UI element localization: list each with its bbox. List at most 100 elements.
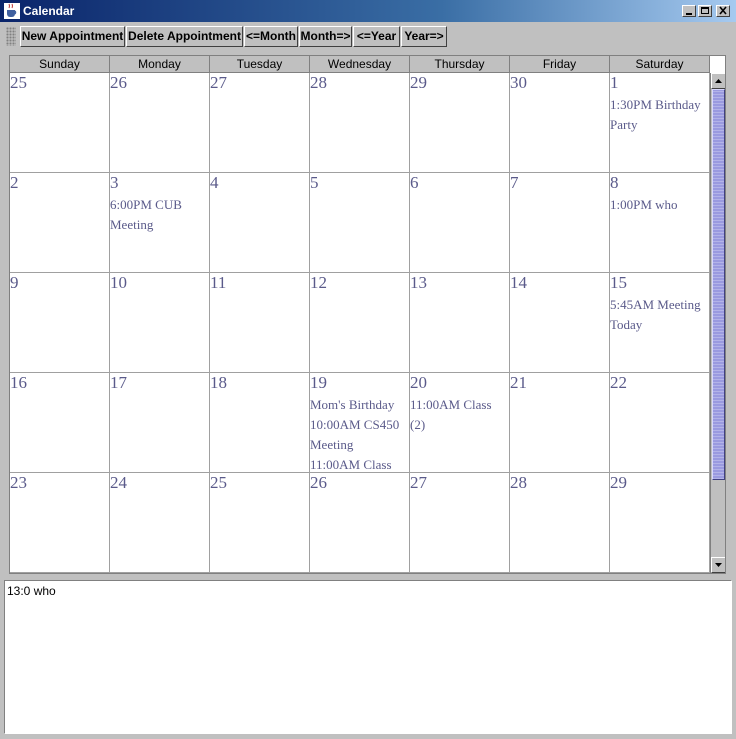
next-year-button[interactable]: Year=> (401, 26, 447, 47)
previous-month-button[interactable]: <=Month (244, 26, 298, 47)
appointment-entry[interactable]: 6:00PM CUB Meeting (110, 195, 209, 235)
next-month-button[interactable]: Month=> (299, 26, 352, 47)
day-number: 4 (210, 173, 219, 192)
day-number: 10 (110, 273, 127, 292)
day-cell[interactable]: 21 (510, 373, 610, 473)
day-cell[interactable]: 2 (10, 173, 110, 273)
day-number: 7 (510, 173, 519, 192)
day-number: 12 (310, 273, 327, 292)
arrow-down-icon (715, 563, 722, 567)
day-number: 28 (510, 473, 527, 492)
day-number: 19 (310, 373, 327, 392)
appointment-entry[interactable]: 11:00AM Class (2) (410, 395, 509, 435)
day-number: 27 (410, 473, 427, 492)
java-coffee-icon (4, 3, 20, 19)
day-cell[interactable]: 7 (510, 173, 610, 273)
day-cell[interactable]: 28 (310, 73, 410, 173)
day-cell[interactable]: 24 (110, 473, 210, 573)
day-number: 25 (10, 73, 27, 92)
day-number: 5 (310, 173, 319, 192)
delete-appointment-button[interactable]: Delete Appointment (126, 26, 243, 47)
close-button[interactable] (716, 5, 730, 17)
day-number: 24 (110, 473, 127, 492)
day-number: 17 (110, 373, 127, 392)
title-bar[interactable]: Calendar (0, 0, 736, 22)
day-number: 3 (110, 173, 119, 192)
day-cell[interactable]: 27 (210, 73, 310, 173)
day-cell[interactable]: 14 (510, 273, 610, 373)
day-cell[interactable]: 9 (10, 273, 110, 373)
day-cell[interactable]: 26 (110, 73, 210, 173)
day-header-monday: Monday (110, 56, 210, 73)
day-cell[interactable]: 17 (110, 373, 210, 473)
day-cell[interactable]: 20 11:00AM Class (2) (410, 373, 510, 473)
day-number: 26 (110, 73, 127, 92)
vertical-scrollbar[interactable] (710, 73, 725, 573)
day-number: 13 (410, 273, 427, 292)
day-header-saturday: Saturday (610, 56, 710, 73)
day-header-tuesday: Tuesday (210, 56, 310, 73)
day-number: 29 (610, 473, 627, 492)
appointment-entry[interactable]: Mom's Birthday (310, 395, 409, 415)
day-cell[interactable]: 5 (310, 173, 410, 273)
day-cell[interactable]: 18 (210, 373, 310, 473)
day-cell[interactable]: 29 (410, 73, 510, 173)
toolbar-grip[interactable] (6, 27, 16, 46)
day-number: 15 (610, 273, 627, 292)
day-header-wednesday: Wednesday (310, 56, 410, 73)
new-appointment-button[interactable]: New Appointment (20, 26, 125, 47)
day-cell[interactable]: 3 6:00PM CUB Meeting (110, 173, 210, 273)
day-number: 6 (410, 173, 419, 192)
day-number: 8 (610, 173, 619, 192)
scroll-thumb[interactable] (712, 89, 725, 480)
day-cell[interactable]: 30 (510, 73, 610, 173)
appointment-details-text: 13:0 who (7, 584, 56, 598)
day-cell[interactable]: 15 5:45AM Meeting Today (610, 273, 710, 373)
scroll-up-button[interactable] (711, 73, 725, 89)
day-cell[interactable]: 12 (310, 273, 410, 373)
day-cell[interactable]: 11 (210, 273, 310, 373)
day-cell[interactable]: 13 (410, 273, 510, 373)
day-cell[interactable]: 28 (510, 473, 610, 573)
day-cell[interactable]: 6 (410, 173, 510, 273)
day-cell[interactable]: 8 1:00PM who (610, 173, 710, 273)
day-number: 9 (10, 273, 19, 292)
day-cell[interactable]: 29 (610, 473, 710, 573)
appointment-details-area[interactable]: 13:0 who (4, 580, 732, 734)
day-number: 29 (410, 73, 427, 92)
day-number: 21 (510, 373, 527, 392)
day-cell[interactable]: 1 1:30PM Birthday Party (610, 73, 710, 173)
day-cell[interactable]: 4 (210, 173, 310, 273)
day-cell[interactable]: 23 (10, 473, 110, 573)
scroll-down-button[interactable] (711, 557, 725, 573)
day-cell[interactable]: 25 (10, 73, 110, 173)
day-cell[interactable]: 25 (210, 473, 310, 573)
day-cell[interactable]: 22 (610, 373, 710, 473)
day-cell[interactable]: 10 (110, 273, 210, 373)
day-header-sunday: Sunday (10, 56, 110, 73)
day-header-thursday: Thursday (410, 56, 510, 73)
day-number: 14 (510, 273, 527, 292)
appointment-entry[interactable]: 5:45AM Meeting Today (610, 295, 709, 335)
appointment-entry[interactable]: 10:00AM CS450 Meeting (310, 415, 409, 455)
appointment-entry[interactable]: 1:00PM who (610, 195, 709, 215)
day-number: 2 (10, 173, 19, 192)
appointment-entry[interactable]: 1:30PM Birthday Party (610, 95, 709, 135)
day-number: 16 (10, 373, 27, 392)
minimize-icon (686, 13, 692, 15)
day-number: 1 (610, 73, 619, 92)
day-cell[interactable]: 16 (10, 373, 110, 473)
arrow-up-icon (715, 79, 722, 83)
day-number: 28 (310, 73, 327, 92)
maximize-button[interactable] (698, 5, 712, 17)
window-title: Calendar (23, 4, 75, 18)
previous-year-button[interactable]: <=Year (353, 26, 400, 47)
minimize-button[interactable] (682, 5, 696, 17)
day-cell[interactable]: 27 (410, 473, 510, 573)
day-cell[interactable]: 26 (310, 473, 410, 573)
close-icon (719, 6, 727, 15)
appointment-entry[interactable]: 11:00AM Class (310, 455, 409, 472)
day-cell[interactable]: 19 Mom's Birthday 10:00AM CS450 Meeting 11:… (310, 373, 410, 473)
day-number: 18 (210, 373, 227, 392)
day-number: 11 (210, 273, 227, 292)
